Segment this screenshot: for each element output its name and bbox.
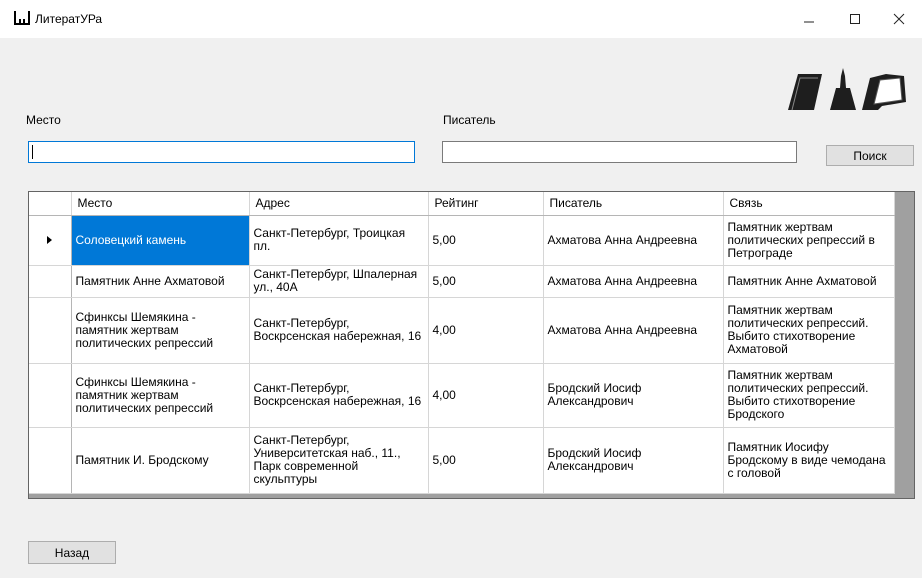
place-label: Место	[26, 113, 61, 127]
cell-link[interactable]: Памятник жертвам политических репрессий.…	[723, 297, 895, 364]
row-header[interactable]	[29, 363, 72, 428]
writer-search-input[interactable]	[442, 141, 797, 163]
row-header[interactable]	[29, 265, 72, 298]
cell-place[interactable]: Памятник И. Бродскому	[71, 427, 250, 494]
cell-place[interactable]: Памятник Анне Ахматовой	[71, 265, 250, 298]
close-icon	[893, 13, 905, 25]
cell-writer[interactable]: Ахматова Анна Андреевна	[543, 215, 724, 266]
row-pointer-icon	[47, 235, 53, 244]
window-title: ЛитератУРа	[35, 12, 103, 26]
minimize-button[interactable]	[786, 0, 832, 38]
cell-address[interactable]: Санкт-Петербург, Воскрсенская набережная…	[249, 363, 429, 428]
header-corner	[29, 192, 72, 216]
table-row[interactable]: Памятник И. Бродскому Санкт-Петербург, У…	[29, 427, 895, 494]
search-button[interactable]: Поиск	[826, 145, 914, 166]
table-row[interactable]: Сфинксы Шемякина - памятник жертвам поли…	[29, 297, 895, 364]
cell-place[interactable]: Сфинксы Шемякина - памятник жертвам поли…	[71, 297, 250, 364]
cell-rating[interactable]: 4,00	[428, 297, 544, 364]
cell-writer[interactable]: Ахматова Анна Андреевна	[543, 265, 724, 298]
cell-writer[interactable]: Бродский Иосиф Александрович	[543, 427, 724, 494]
app-icon	[14, 11, 30, 25]
cell-rating[interactable]: 4,00	[428, 363, 544, 428]
cell-place[interactable]: Сфинксы Шемякина - памятник жертвам поли…	[71, 363, 250, 428]
cell-address[interactable]: Санкт-Петербург, Университетская наб., 1…	[249, 427, 429, 494]
row-header[interactable]	[29, 427, 72, 494]
cell-link[interactable]: Памятник Иосифу Бродскому в виде чемодан…	[723, 427, 895, 494]
writer-label: Писатель	[443, 113, 496, 127]
table-header-row: Место Адрес Рейтинг Писатель Связь	[29, 192, 895, 216]
column-header-address[interactable]: Адрес	[249, 192, 429, 216]
cell-rating[interactable]: 5,00	[428, 265, 544, 298]
row-header[interactable]	[29, 297, 72, 364]
places-data-grid[interactable]: Место Адрес Рейтинг Писатель Связь Солов…	[28, 191, 915, 499]
place-search-input[interactable]	[28, 141, 415, 163]
maximize-button[interactable]	[832, 0, 878, 38]
text-caret	[32, 145, 33, 159]
cell-link[interactable]: Памятник жертвам политических репрессий.…	[723, 363, 895, 428]
maximize-icon	[850, 14, 860, 24]
title-bar: ЛитератУРа	[0, 0, 922, 38]
cell-link[interactable]: Памятник Анне Ахматовой	[723, 265, 895, 298]
cell-address[interactable]: Санкт-Петербург, Воскрсенская набережная…	[249, 297, 429, 364]
cell-rating[interactable]: 5,00	[428, 215, 544, 266]
column-header-rating[interactable]: Рейтинг	[428, 192, 544, 216]
close-button[interactable]	[876, 0, 922, 38]
column-header-place[interactable]: Место	[71, 192, 250, 216]
cell-rating[interactable]: 5,00	[428, 427, 544, 494]
column-header-writer[interactable]: Писатель	[543, 192, 724, 216]
cell-address[interactable]: Санкт-Петербург, Троицкая пл.	[249, 215, 429, 266]
cell-writer[interactable]: Бродский Иосиф Александрович	[543, 363, 724, 428]
cell-link[interactable]: Памятник жертвам политических репрессий …	[723, 215, 895, 266]
table-row[interactable]: Соловецкий камень Санкт-Петербург, Троиц…	[29, 215, 895, 266]
cell-address[interactable]: Санкт-Петербург, Шпалерная ул., 40А	[249, 265, 429, 298]
column-header-link[interactable]: Связь	[723, 192, 895, 216]
cell-place[interactable]: Соловецкий камень	[71, 215, 250, 266]
back-button[interactable]: Назад	[28, 541, 116, 564]
table-row[interactable]: Памятник Анне Ахматовой Санкт-Петербург,…	[29, 265, 895, 298]
logo-image	[788, 68, 906, 111]
minimize-icon	[804, 21, 814, 23]
row-header[interactable]	[29, 215, 72, 266]
cell-writer[interactable]: Ахматова Анна Андреевна	[543, 297, 724, 364]
table-row[interactable]: Сфинксы Шемякина - памятник жертвам поли…	[29, 363, 895, 428]
places-table: Место Адрес Рейтинг Писатель Связь Солов…	[29, 192, 895, 494]
